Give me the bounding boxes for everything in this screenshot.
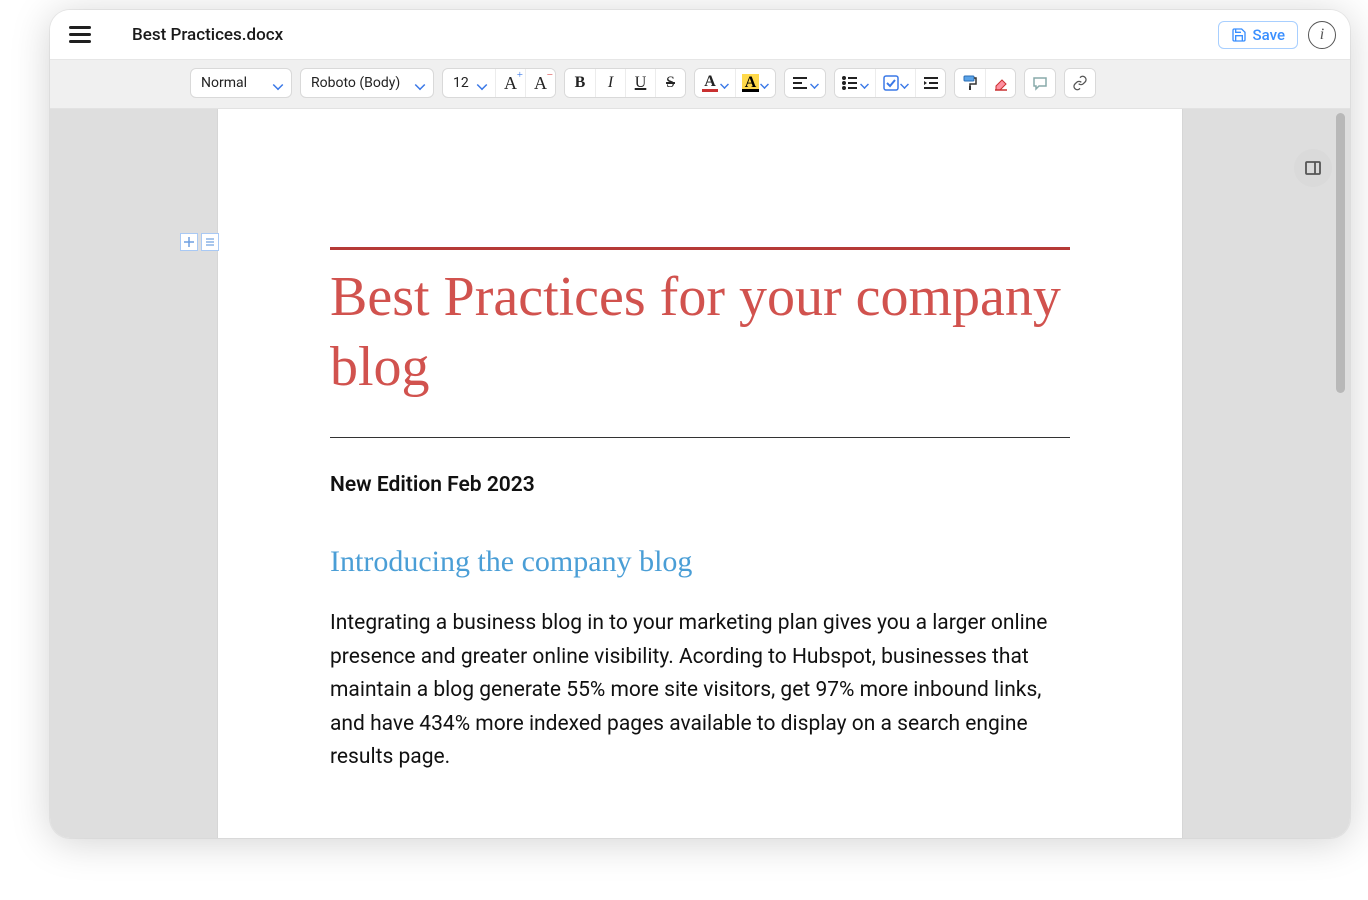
color-group: A A — [694, 68, 776, 98]
decrease-font-button[interactable]: A− — [525, 69, 555, 97]
checklist-icon — [883, 75, 899, 91]
app-window: Best Practices.docx Save i Normal Roboto… — [50, 10, 1350, 838]
bold-button[interactable]: B — [565, 69, 595, 97]
edition-note[interactable]: New Edition Feb 2023 — [330, 473, 1070, 497]
title-rule-bottom — [330, 437, 1070, 438]
document-page[interactable]: Best Practices for your company blog New… — [218, 109, 1182, 838]
paint-roller-icon — [962, 75, 978, 91]
italic-button[interactable]: I — [595, 69, 625, 97]
align-left-icon — [792, 76, 808, 90]
document-heading[interactable]: Best Practices for your company blog — [330, 262, 1070, 402]
format-painter-button[interactable] — [955, 69, 985, 97]
underline-button[interactable]: U — [625, 69, 655, 97]
title-rule-top — [330, 247, 1070, 250]
text-style-group: B I U S — [564, 68, 686, 98]
header-bar: Best Practices.docx Save i — [50, 10, 1350, 60]
comment-icon — [1032, 75, 1048, 91]
body-paragraph[interactable]: Integrating a business blog in to your m… — [330, 607, 1070, 775]
margin-controls — [180, 233, 219, 251]
formatting-toolbar: Normal Roboto (Body) 12 A+ A− B I U S A — [50, 60, 1350, 109]
save-label: Save — [1253, 26, 1285, 44]
info-button[interactable]: i — [1308, 21, 1336, 49]
link-icon — [1072, 75, 1088, 91]
clear-format-button[interactable] — [985, 69, 1015, 97]
plus-icon — [183, 236, 195, 248]
list-group — [834, 68, 946, 98]
font-size-group: 12 A+ A− — [442, 68, 556, 98]
section-heading[interactable]: Introducing the company blog — [330, 545, 1070, 579]
insert-group-1 — [1024, 68, 1056, 98]
align-button[interactable] — [785, 69, 825, 97]
side-panel-toggle[interactable] — [1294, 149, 1332, 187]
comment-button[interactable] — [1025, 69, 1055, 97]
info-icon: i — [1320, 26, 1324, 44]
outline-button[interactable] — [201, 233, 219, 251]
outline-icon — [204, 236, 216, 248]
document-workspace[interactable]: Best Practices for your company blog New… — [50, 109, 1350, 838]
paragraph-style-select[interactable]: Normal — [191, 69, 291, 97]
checklist-button[interactable] — [875, 69, 915, 97]
panel-icon — [1304, 159, 1322, 177]
link-button[interactable] — [1065, 69, 1095, 97]
font-select-group: Roboto (Body) — [300, 68, 434, 98]
indent-icon — [923, 76, 939, 90]
bullet-list-button[interactable] — [835, 69, 875, 97]
document-title: Best Practices.docx — [132, 25, 283, 45]
align-group — [784, 68, 826, 98]
insert-group-2 — [1064, 68, 1096, 98]
list-icon — [842, 76, 858, 90]
indent-button[interactable] — [915, 69, 945, 97]
add-block-button[interactable] — [180, 233, 198, 251]
save-icon — [1231, 27, 1247, 43]
increase-font-button[interactable]: A+ — [495, 69, 525, 97]
scrollbar-thumb[interactable] — [1336, 113, 1345, 393]
font-family-select[interactable]: Roboto (Body) — [301, 69, 433, 97]
save-button[interactable]: Save — [1218, 21, 1298, 49]
format-group — [954, 68, 1016, 98]
font-size-select[interactable]: 12 — [443, 69, 495, 97]
style-select-group: Normal — [190, 68, 292, 98]
font-color-button[interactable]: A — [695, 69, 735, 97]
eraser-icon — [993, 75, 1009, 91]
menu-icon[interactable] — [64, 19, 96, 51]
highlight-color-button[interactable]: A — [735, 69, 775, 97]
strikethrough-button[interactable]: S — [655, 69, 685, 97]
